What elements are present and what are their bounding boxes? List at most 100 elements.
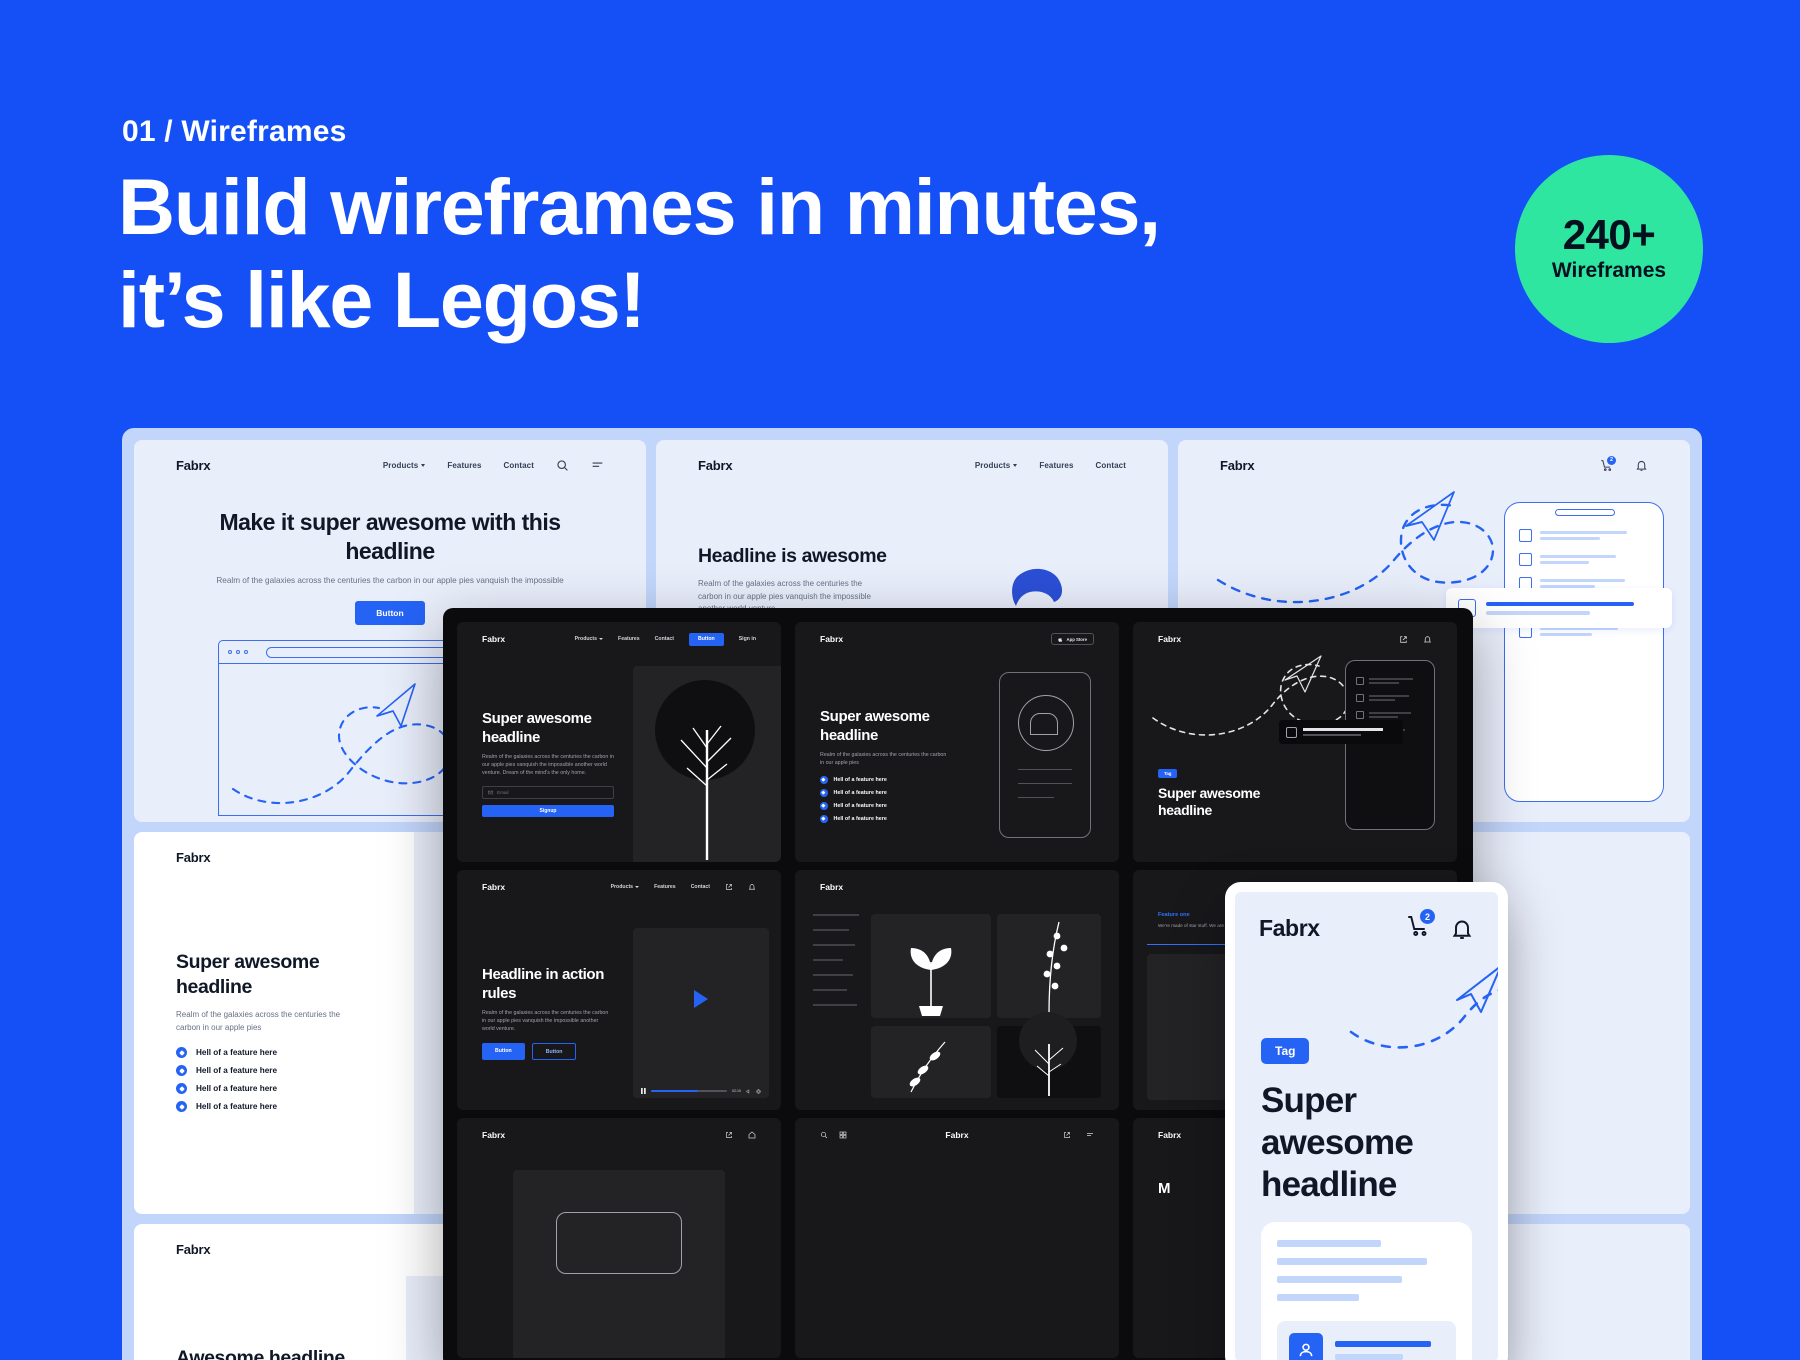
nav-products[interactable]: Products — [610, 884, 640, 890]
brand-logo: Fabrx — [945, 1130, 969, 1140]
cart-icon-wrap[interactable]: 2 — [1406, 909, 1435, 943]
list-item: Hell of a feature here — [820, 789, 948, 797]
nav-contact[interactable]: Contact — [504, 461, 534, 470]
nav-features[interactable]: Features — [1039, 461, 1073, 470]
check-icon — [820, 776, 828, 784]
pause-icon[interactable] — [641, 1088, 646, 1094]
check-icon — [820, 815, 828, 823]
player-controls[interactable]: 02:10 — [633, 1084, 769, 1098]
share-icon[interactable] — [725, 883, 733, 891]
bell-icon[interactable] — [1423, 635, 1432, 644]
video-player[interactable]: 02:10 — [633, 928, 769, 1098]
dark-navbar: Fabrx — [795, 1118, 1119, 1152]
tree-illustration — [1034, 1044, 1064, 1096]
feature-label: Hell of a feature here — [196, 1102, 277, 1111]
check-icon — [820, 789, 828, 797]
progress-slider[interactable] — [651, 1090, 727, 1092]
secondary-button[interactable]: Button — [531, 1043, 577, 1060]
card-body: Realm of the galaxies across the centuri… — [176, 1010, 341, 1032]
nav-contact[interactable]: Contact — [655, 636, 674, 642]
nav-button[interactable]: Button — [688, 632, 724, 646]
section-eyebrow: 01 / Wireframes — [122, 115, 347, 148]
brand-logo: Fabrx — [482, 882, 506, 892]
apple-icon — [1058, 637, 1063, 642]
phone-navbar: Fabrx 2 — [1235, 892, 1498, 943]
feature-label: Hell of a feature here — [833, 802, 887, 809]
nav-contact[interactable]: Contact — [691, 884, 710, 890]
bell-icon[interactable] — [748, 883, 756, 891]
share-icon[interactable] — [725, 1131, 733, 1139]
feature-label: Hell of a feature here — [833, 776, 887, 783]
share-icon[interactable] — [1063, 1131, 1071, 1139]
signup-button[interactable]: Signup — [482, 805, 614, 817]
dark-card-video[interactable]: Fabrx Products Features Contact Headline… — [457, 870, 781, 1110]
check-icon — [176, 1101, 187, 1112]
dark-card-signup[interactable]: Fabrx Products Features Contact Button S… — [457, 622, 781, 862]
email-field[interactable]: Email — [482, 786, 614, 799]
window-dots-icon — [228, 650, 248, 654]
device-mockup-panel — [513, 1170, 725, 1358]
menu-icon[interactable] — [591, 459, 604, 472]
brand-logo: Fabrx — [1158, 1130, 1182, 1140]
list-item: Hell of a feature here — [176, 1065, 366, 1076]
feature-label: Hell of a feature here — [196, 1084, 277, 1093]
dark-card-features[interactable]: Fabrx App Store Super awesome headline R… — [795, 622, 1119, 862]
app-store-button[interactable]: App Store — [1051, 633, 1094, 645]
primary-button[interactable]: Button — [482, 1043, 525, 1060]
dark-card-panel-b[interactable]: Fabrx — [795, 1118, 1119, 1358]
nav-products-label: Products — [974, 460, 1011, 470]
email-placeholder: Email — [497, 790, 509, 795]
nav-features[interactable]: Features — [654, 884, 676, 890]
brand-logo: Fabrx — [820, 634, 844, 644]
tree-illustration — [680, 725, 732, 860]
nav-contact[interactable]: Contact — [1096, 461, 1126, 470]
volume-icon[interactable] — [746, 1088, 751, 1094]
play-icon[interactable] — [692, 989, 710, 1009]
primary-button[interactable]: Button — [355, 600, 425, 625]
card-headline: Super awesome headline — [820, 708, 930, 744]
list-item: Hell of a feature here — [820, 815, 948, 823]
search-icon[interactable] — [556, 459, 569, 472]
wireframe-navbar: Fabrx Products Features Contact — [134, 440, 646, 490]
nav-features[interactable]: Features — [618, 636, 640, 642]
app-store-label: App Store — [1066, 636, 1087, 642]
list-item: Hell of a feature here — [820, 802, 948, 810]
dark-navbar: Fabrx Products Features Contact Button S… — [457, 622, 781, 656]
bell-icon[interactable] — [1635, 459, 1648, 472]
feature-label: Hell of a feature here — [833, 815, 887, 822]
menu-icon[interactable] — [1086, 1131, 1094, 1139]
feature-label: Hell of a feature here — [196, 1048, 277, 1057]
home-icon[interactable] — [748, 1131, 756, 1139]
nav-signin[interactable]: Sign in — [739, 636, 756, 642]
floating-notification-card — [1279, 720, 1403, 744]
nav-features[interactable]: Features — [447, 461, 481, 470]
search-icon[interactable] — [820, 1131, 828, 1139]
share-icon[interactable] — [1399, 635, 1408, 644]
time-total: 02:10 — [732, 1089, 741, 1093]
dark-navbar: Fabrx — [795, 870, 1119, 904]
tag-badge: Tag — [1261, 1038, 1310, 1064]
nav-products[interactable]: Products — [574, 636, 604, 642]
check-icon — [820, 802, 828, 810]
cart-icon-wrap[interactable]: 2 — [1600, 455, 1616, 472]
bell-icon[interactable] — [1450, 917, 1474, 941]
feature-label: Hell of a feature here — [833, 789, 887, 796]
nav-products-label: Products — [574, 636, 598, 642]
check-icon — [176, 1083, 187, 1094]
brand-logo: Fabrx — [1158, 634, 1182, 644]
dark-card-tag-hero[interactable]: Fabrx Tag Super awesome headline — [1133, 622, 1457, 862]
grid-icon[interactable] — [839, 1131, 847, 1139]
dark-card-panel-a[interactable]: Fabrx — [457, 1118, 781, 1358]
brand-logo: Fabrx — [482, 634, 506, 644]
brand-logo: Fabrx — [176, 457, 211, 473]
plant-tile-a — [871, 914, 991, 1018]
dark-card-plant-gallery[interactable]: Fabrx — [795, 870, 1119, 1110]
cart-badge: 2 — [1607, 455, 1616, 465]
floating-phone-card[interactable]: Fabrx 2 Tag Super awesome headline — [1225, 882, 1508, 1360]
nav-products[interactable]: Products — [383, 461, 426, 470]
settings-icon[interactable] — [756, 1088, 761, 1094]
nav-products[interactable]: Products — [974, 460, 1018, 470]
nav-products-label: Products — [610, 884, 634, 890]
cart-badge: 2 — [1420, 909, 1435, 924]
list-item[interactable] — [1277, 1321, 1456, 1360]
